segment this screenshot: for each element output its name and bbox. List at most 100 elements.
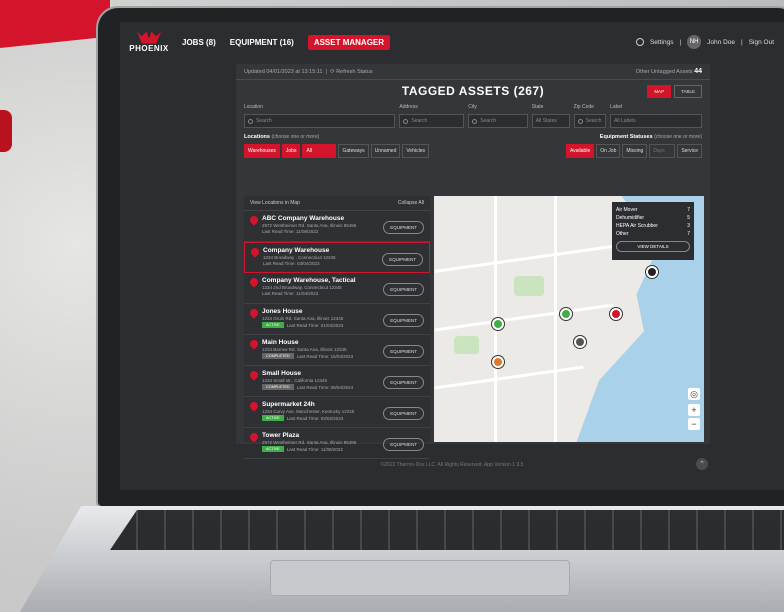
map[interactable]: Air Mover 7 Dehumidifier 5 HEPA Air Scrubb… — [434, 196, 704, 442]
search-icon — [403, 118, 409, 124]
list-item[interactable]: ABC Company Warehouse 2972 Westheimer Rd.… — [244, 211, 430, 242]
statuses-hint: (choose one or more) — [654, 134, 702, 140]
location-pin-icon — [248, 214, 260, 226]
item-read-time: Last Read Time: 11/08/2022 — [262, 229, 319, 234]
list-item[interactable]: Main House 1234 Barrow Rd. Santa Ana, Ill… — [244, 335, 430, 366]
collapse-all-link[interactable]: Collapse All — [398, 200, 424, 206]
list-item[interactable]: Tower Plaza 2972 Westheimer Rd. Santa Ana… — [244, 428, 430, 459]
sign-out-link[interactable]: Sign Out — [749, 39, 774, 46]
state-select[interactable]: All States — [531, 114, 570, 128]
item-read-time: Last Read Time: 11/04/2023 — [262, 291, 319, 296]
list-item[interactable]: Supermarket 24h 1234 Curvy Ave, Mancheste… — [244, 397, 430, 428]
chip-vehicles[interactable]: Vehicles — [402, 144, 429, 158]
nav-equipment[interactable]: EQUIPMENT (16) — [230, 38, 294, 47]
filter-inputs: Search Search Search All States Search A… — [236, 112, 710, 130]
chip-jobs[interactable]: Jobs — [281, 144, 301, 158]
status-badge: COMPLETED — [262, 353, 294, 359]
updated-text: Updated 04/01/2023 at 13:15:11 — [244, 68, 323, 75]
search-icon — [472, 118, 478, 124]
location-label[interactable]: Location — [244, 104, 395, 110]
locations-hint: (choose one or more) — [271, 134, 320, 140]
status-available[interactable]: Available — [566, 144, 595, 158]
location-search-input[interactable]: Search — [244, 114, 396, 128]
equipment-button[interactable]: EQUIPMENT — [383, 283, 424, 296]
map-marker-green[interactable] — [492, 318, 504, 330]
label-label: Label — [610, 104, 623, 110]
view-details-button[interactable]: VIEW DETAILS — [616, 241, 690, 252]
locations-heading: Locations — [244, 134, 270, 140]
equipment-button[interactable]: EQUIPMENT — [383, 221, 424, 234]
label-select[interactable]: All Labels — [610, 114, 702, 128]
equipment-popup: Air Mover 7 Dehumidifier 5 HEPA Air Scrubb… — [612, 202, 694, 260]
zip-search-input[interactable]: Search — [573, 114, 607, 128]
location-list: View Locations in Map Collapse All ABC C… — [244, 196, 430, 459]
map-marker-red[interactable] — [610, 308, 622, 320]
list-header: View Locations in Map Collapse All — [244, 196, 430, 211]
location-pin-icon — [248, 431, 260, 443]
settings-link[interactable]: Settings — [650, 39, 674, 46]
equipment-button[interactable]: EQUIPMENT — [383, 314, 424, 327]
map-marker-home[interactable] — [646, 266, 658, 278]
city-search-input[interactable]: Search — [468, 114, 528, 128]
item-read-time: Last Read Time: 03/04/2023 — [263, 261, 320, 266]
status-badge: ACTIVE — [262, 446, 284, 452]
park — [514, 276, 544, 296]
chip-all-select[interactable]: All — [302, 144, 337, 158]
nav-asset-manager[interactable]: ASSET MANAGER — [307, 34, 391, 50]
zoom-in-icon[interactable]: + — [688, 404, 700, 416]
status-badge: COMPLETED — [262, 384, 294, 390]
status-on-job[interactable]: On Job — [596, 144, 621, 158]
park — [454, 336, 479, 354]
list-item[interactable]: Jones House 1234 Gruin Rd. Santa Ana, Ill… — [244, 304, 430, 335]
zoom-out-icon[interactable]: − — [688, 418, 700, 430]
chip-unnamed[interactable]: Unnamed — [370, 144, 401, 158]
untagged-label[interactable]: Other Untagged Assets — [636, 69, 693, 75]
logo-text: PHOENIX — [129, 43, 169, 53]
table-view-button[interactable]: TABLE — [674, 85, 702, 98]
popup-row: HEPA Air Scrubber 3 — [616, 223, 690, 229]
chip-warehouses[interactable]: Warehouses — [244, 144, 280, 158]
address-search-input[interactable]: Search — [399, 114, 465, 128]
divider: | — [679, 38, 682, 46]
list-item[interactable]: Company Warehouse 1234 Broadway , Connect… — [244, 242, 430, 273]
divider: | — [741, 38, 743, 46]
screen: PHOENIX JOBS (8) EQUIPMENT (16) ASSET MA… — [120, 22, 784, 490]
list-item[interactable]: Small House 1234 Small str., California 1… — [244, 366, 430, 397]
refresh-icon[interactable]: ⟳ — [330, 69, 335, 75]
map-marker-unknown[interactable] — [574, 336, 586, 348]
logo[interactable]: PHOENIX — [129, 31, 169, 53]
gear-icon[interactable] — [635, 38, 644, 46]
equipment-button[interactable]: EQUIPMENT — [383, 438, 424, 451]
trackpad — [270, 560, 570, 596]
status-days-input[interactable]: Days — [649, 144, 676, 158]
search-icon — [577, 118, 583, 124]
page-title: TAGGED ASSETS (267) — [401, 84, 545, 98]
keyboard — [110, 510, 784, 550]
chip-gateways[interactable]: Gateways — [338, 144, 369, 158]
nav-jobs[interactable]: JOBS (8) — [182, 38, 216, 47]
equipment-button[interactable]: EQUIPMENT — [383, 345, 424, 358]
map-marker-orange[interactable] — [492, 356, 504, 368]
location-pin-icon — [249, 246, 261, 258]
red-accent-shape — [0, 110, 12, 152]
map-view-button[interactable]: MAP — [647, 85, 672, 98]
locate-icon[interactable]: ◎ — [688, 388, 700, 400]
street — [434, 365, 584, 390]
title-bar: TAGGED ASSETS (267) MAP TABLE — [236, 80, 710, 102]
equipment-button[interactable]: EQUIPMENT — [382, 253, 423, 266]
chevron-up-icon[interactable]: ⌃ — [696, 458, 708, 470]
status-missing[interactable]: Missing — [622, 144, 648, 158]
equipment-button[interactable]: EQUIPMENT — [383, 407, 424, 420]
equipment-button[interactable]: EQUIPMENT — [383, 376, 424, 389]
avatar[interactable]: NH — [687, 35, 702, 49]
street — [434, 242, 634, 273]
status-badge: ACTIVE — [262, 415, 284, 421]
view-in-map-link[interactable]: View Locations in Map — [250, 200, 300, 206]
map-marker-green[interactable] — [560, 308, 572, 320]
status-service[interactable]: Service — [677, 144, 702, 158]
user-name: John Doe — [707, 38, 735, 46]
refresh-status-link[interactable]: Refresh Status — [336, 69, 372, 75]
list-items: ABC Company Warehouse 2972 Westheimer Rd.… — [244, 211, 430, 459]
street — [434, 303, 614, 332]
list-item[interactable]: Company Warehouse, Tactical 1234 2nd Broa… — [244, 273, 430, 304]
